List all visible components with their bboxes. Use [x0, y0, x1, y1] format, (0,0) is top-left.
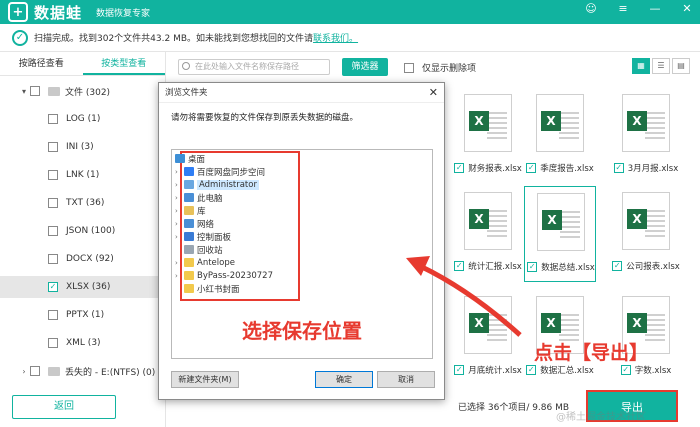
click-export-annotation: 点击【导出】 — [534, 342, 649, 364]
arrow-shaft — [418, 263, 522, 337]
arrow-head — [406, 256, 430, 276]
